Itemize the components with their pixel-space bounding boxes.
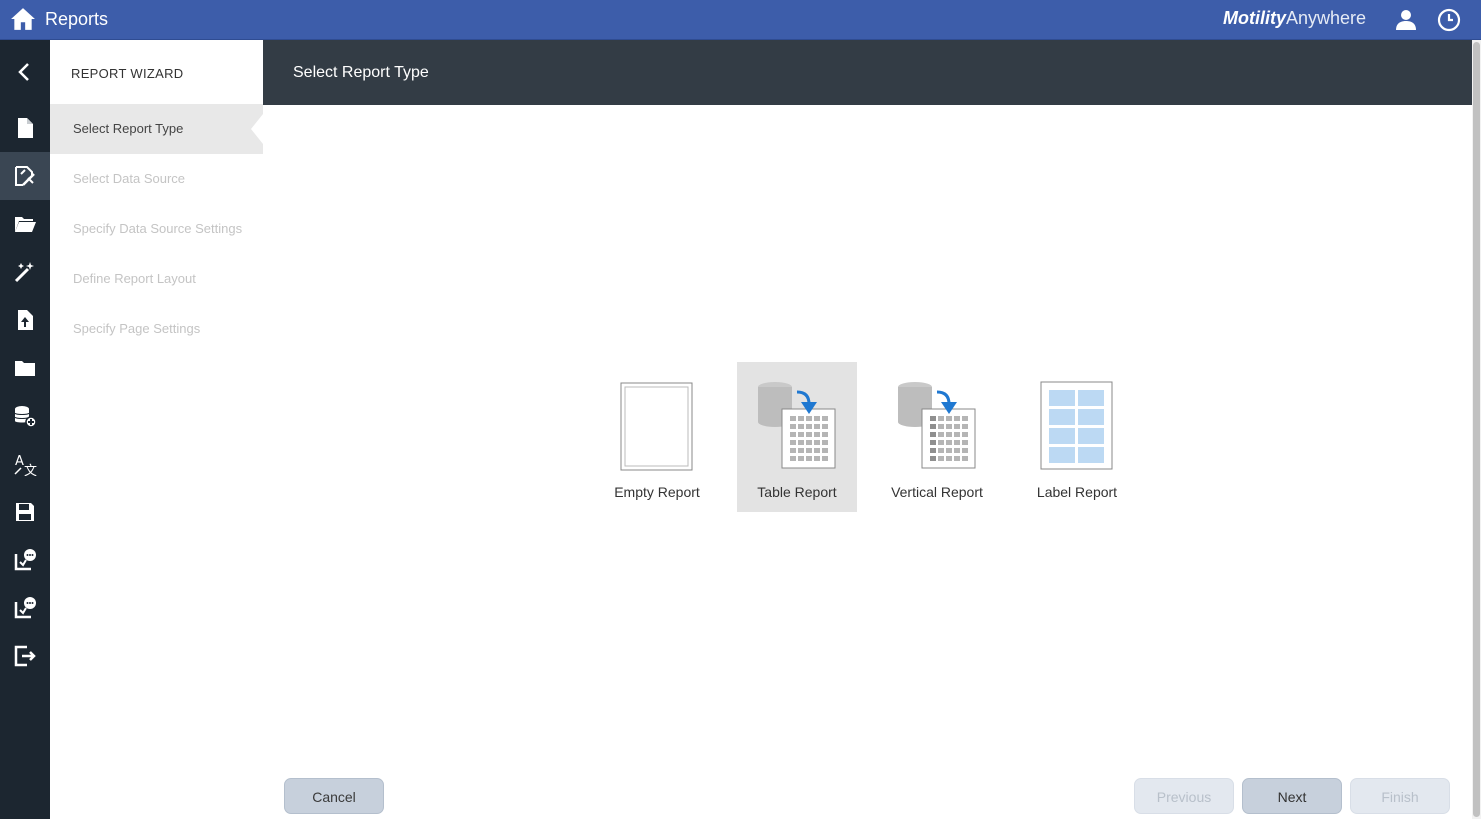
step-page-settings: Specify Page Settings [73, 321, 201, 336]
label-report-label: Label Report [1036, 484, 1118, 500]
empty-report-label: Empty Report [614, 484, 700, 500]
clock-icon[interactable] [1437, 8, 1461, 32]
user-icon[interactable] [1394, 8, 1418, 32]
wizard-header: Select Report Type [263, 40, 1472, 105]
empty-report-icon [620, 382, 693, 471]
open-button[interactable] [0, 200, 50, 248]
wizard-steps-panel: REPORT WIZARD Select Report Type Select … [50, 40, 263, 819]
report-comment-alt-icon [14, 597, 36, 619]
folder-icon [15, 361, 35, 376]
folder-button[interactable] [0, 344, 50, 392]
step-select-report-type[interactable]: Select Report Type [50, 104, 263, 154]
svg-text:A: A [15, 454, 24, 469]
top-bar: Reports MotilityAnywhere [0, 0, 1481, 40]
vertical-report-icon [898, 382, 976, 469]
vertical-report-label: Vertical Report [891, 484, 983, 500]
save-icon [16, 503, 34, 521]
step-define-report-layout: Define Report Layout [73, 271, 196, 286]
previous-button[interactable]: Previous [1134, 778, 1234, 814]
label-report-option[interactable]: Label Report [1017, 362, 1137, 512]
back-button[interactable] [0, 40, 50, 104]
wizard-title: REPORT WIZARD [71, 66, 184, 81]
localization-button[interactable]: A文 [0, 440, 50, 488]
brand-bold: Motility [1223, 8, 1286, 28]
exit-button[interactable] [0, 632, 50, 680]
vertical-report-option[interactable]: Vertical Report [877, 362, 997, 512]
report-comment-icon [14, 549, 36, 571]
app-title: Reports [45, 9, 109, 29]
table-report-label: Table Report [757, 484, 837, 500]
translate-icon: A文 [14, 454, 37, 476]
table-report-icon [758, 382, 836, 469]
save-button[interactable] [0, 488, 50, 536]
report-wizard-icon [15, 166, 35, 186]
document-icon [18, 118, 33, 138]
magic-wand-icon [14, 262, 34, 283]
left-icon-rail: A文 [0, 40, 50, 819]
open-folder-icon [15, 217, 36, 232]
report-wizard-button[interactable] [0, 152, 50, 200]
brand-light: Anywhere [1286, 8, 1367, 28]
back-arrow-icon [18, 63, 29, 81]
report-comment-alt-button[interactable] [0, 584, 50, 632]
home-icon[interactable] [10, 6, 36, 32]
upload-button[interactable] [0, 296, 50, 344]
next-button[interactable]: Next [1242, 778, 1342, 814]
finish-button[interactable]: Finish [1350, 778, 1450, 814]
upload-icon [18, 310, 33, 330]
wizard-wand-button[interactable] [0, 248, 50, 296]
step-select-data-source: Select Data Source [73, 171, 186, 186]
cancel-button[interactable]: Cancel [284, 778, 384, 814]
empty-report-option[interactable]: Empty Report [597, 362, 717, 512]
svg-text:文: 文 [24, 464, 37, 476]
vertical-scrollbar[interactable] [1472, 40, 1481, 819]
exit-icon [14, 645, 36, 667]
table-report-option[interactable]: Table Report [737, 362, 857, 512]
report-comment-button[interactable] [0, 536, 50, 584]
database-add-icon [14, 406, 37, 428]
new-report-button[interactable] [0, 104, 50, 152]
page-title: Select Report Type [293, 64, 429, 81]
scrollbar-thumb[interactable] [1473, 42, 1480, 817]
label-report-icon [1040, 381, 1113, 470]
add-data-source-button[interactable] [0, 392, 50, 440]
brand-logo: MotilityAnywhere [1223, 8, 1366, 29]
step-data-source-settings: Specify Data Source Settings [73, 221, 243, 236]
